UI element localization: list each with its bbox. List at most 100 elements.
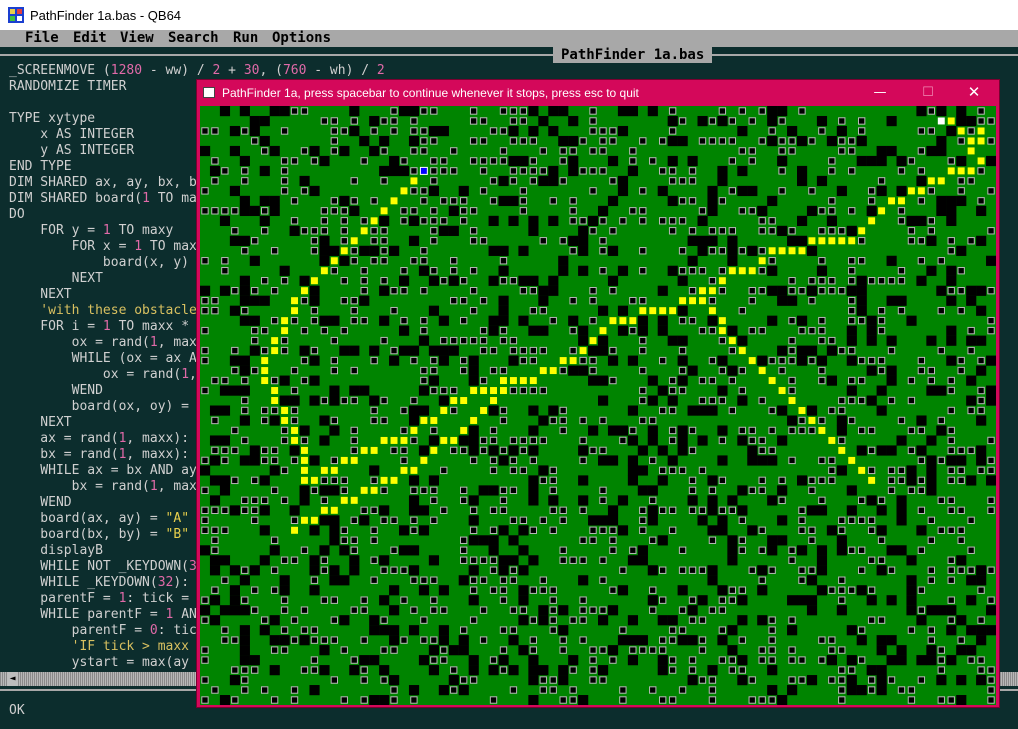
- visited-cell: [280, 436, 289, 445]
- path-cell: [947, 167, 955, 175]
- visited-cell: [718, 287, 727, 295]
- path-cell: [271, 337, 279, 345]
- visited-cell: [858, 626, 866, 634]
- obstacle-cell: [309, 585, 320, 596]
- obstacle-cell: [249, 345, 260, 356]
- visited-cell: [788, 316, 796, 325]
- visited-cell: [201, 187, 209, 195]
- obstacle-cell: [319, 245, 330, 256]
- maximize-icon[interactable]: ☐: [905, 80, 951, 105]
- obstacle-cell: [886, 295, 897, 306]
- menu-edit[interactable]: Edit: [73, 30, 107, 47]
- minimize-icon[interactable]: —: [857, 80, 903, 105]
- visited-cell: [211, 177, 219, 185]
- obstacle-cell: [707, 495, 718, 506]
- visited-cell: [599, 167, 607, 175]
- visited-cell: [967, 326, 975, 335]
- obstacle-cell: [359, 245, 370, 256]
- menu-run[interactable]: Run: [233, 30, 258, 47]
- visited-cell: [848, 346, 856, 355]
- obstacle-cell: [408, 215, 420, 226]
- pathfinder-title-bar[interactable]: PathFinder 1a, press spacebar to continu…: [197, 80, 999, 105]
- visited-cell: [350, 296, 358, 305]
- obstacle-cell: [548, 175, 559, 187]
- visited-cell: [798, 326, 806, 335]
- visited-cell: [957, 267, 965, 275]
- visited-cell: [987, 436, 995, 445]
- visited-cell: [867, 616, 876, 624]
- path-cell: [380, 207, 388, 215]
- menu-view[interactable]: View: [120, 30, 154, 47]
- visited-cell: [967, 406, 975, 415]
- obstacle-cell: [568, 365, 579, 376]
- visited-cell: [450, 686, 458, 694]
- visited-cell: [201, 296, 209, 305]
- visited-cell: [867, 356, 876, 365]
- obstacle-cell: [926, 605, 937, 616]
- visited-cell: [440, 217, 448, 225]
- obstacle-cell: [916, 275, 927, 286]
- visited-cell: [927, 217, 936, 225]
- visited-cell: [599, 147, 607, 155]
- visited-cell: [499, 506, 508, 515]
- visited-cell: [728, 117, 737, 125]
- obstacle-cell: [588, 515, 599, 526]
- visited-cell: [499, 626, 508, 634]
- pathfinder-grid[interactable]: [200, 106, 996, 705]
- obstacle-cell: [846, 335, 857, 346]
- obstacle-cell: [896, 155, 907, 167]
- obstacle-cell: [349, 385, 360, 396]
- visited-cell: [659, 696, 667, 704]
- visited-cell: [589, 676, 597, 684]
- obstacle-cell: [697, 595, 708, 606]
- obstacle-cell: [876, 445, 887, 456]
- visited-cell: [569, 207, 577, 215]
- obstacle-cell: [906, 555, 917, 566]
- visited-cell: [499, 326, 508, 335]
- menu-options[interactable]: Options: [272, 30, 331, 47]
- visited-cell: [937, 346, 945, 355]
- obstacle-cell: [976, 205, 987, 217]
- visited-cell: [430, 237, 438, 245]
- visited-cell: [420, 636, 428, 644]
- obstacle-cell: [747, 185, 758, 197]
- visited-cell: [609, 346, 617, 355]
- close-icon[interactable]: ✕: [951, 80, 997, 105]
- obstacle-cell: [508, 665, 519, 676]
- visited-cell: [430, 656, 438, 664]
- menu-file[interactable]: File: [25, 30, 59, 47]
- visited-cell: [519, 117, 528, 125]
- obstacle-cell: [418, 265, 430, 276]
- visited-cell: [469, 207, 478, 215]
- visited-cell: [320, 596, 329, 604]
- code-token: parentF =: [9, 591, 119, 606]
- visited-cell: [858, 516, 866, 524]
- obstacle-cell: [866, 325, 877, 336]
- obstacle-cell: [896, 495, 907, 506]
- obstacle-cell: [468, 515, 479, 526]
- visited-cell: [559, 506, 567, 515]
- visited-cell: [668, 436, 677, 445]
- visited-cell: [698, 636, 707, 644]
- visited-cell: [718, 626, 727, 634]
- obstacle-cell: [617, 525, 629, 536]
- visited-cell: [758, 436, 766, 445]
- visited-cell: [738, 366, 746, 375]
- visited-cell: [529, 586, 537, 594]
- obstacle-cell: [946, 125, 957, 137]
- visited-cell: [957, 446, 965, 455]
- obstacle-cell: [727, 535, 738, 546]
- scroll-left-arrow-icon[interactable]: ◄: [7, 672, 18, 686]
- obstacle-cell: [239, 155, 250, 167]
- path-cell: [549, 367, 557, 375]
- visited-cell: [509, 686, 518, 694]
- code-token: WEND: [9, 495, 72, 510]
- obstacle-cell: [767, 115, 778, 127]
- obstacle-cell: [558, 665, 569, 676]
- code-token: 2: [376, 63, 385, 78]
- menu-search[interactable]: Search: [168, 30, 219, 47]
- visited-cell: [499, 406, 508, 415]
- code-line[interactable]: _SCREENMOVE (1280 - ww) / 2 + 30, (760 -…: [9, 63, 385, 79]
- visited-cell: [430, 167, 438, 175]
- visited-cell: [897, 167, 906, 175]
